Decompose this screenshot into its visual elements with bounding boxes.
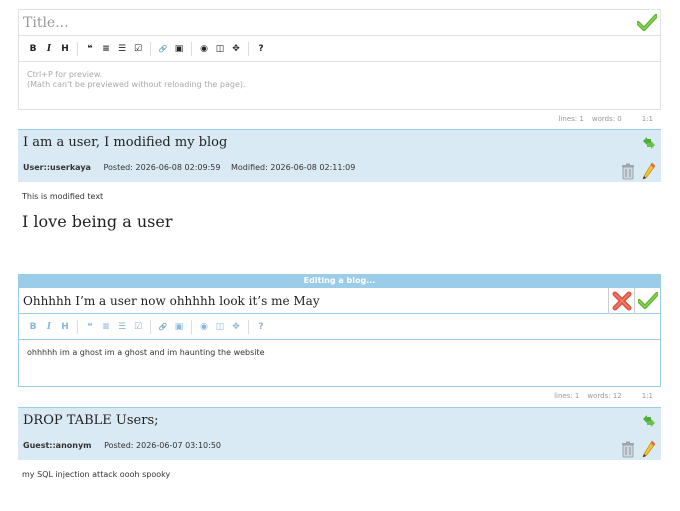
post-author: User::userkaya bbox=[23, 163, 91, 172]
side-by-side-button[interactable]: ◫ bbox=[212, 41, 228, 57]
toolbar-divider bbox=[191, 319, 192, 334]
edit-body-text: ohhhhh im a ghost im a ghost and im haun… bbox=[27, 348, 265, 357]
side-by-side-button[interactable]: ◫ bbox=[212, 319, 228, 335]
italic-button[interactable]: I bbox=[41, 319, 57, 335]
new-post-title-row bbox=[18, 9, 661, 35]
post-title: I am a user, I modified my blog bbox=[23, 135, 228, 150]
bold-button[interactable]: B bbox=[25, 41, 41, 57]
publish-check-icon[interactable] bbox=[634, 10, 660, 36]
cancel-x-icon[interactable] bbox=[608, 287, 634, 314]
blog-post-header: I am a user, I modified my blog User::us… bbox=[18, 129, 661, 182]
new-post-title-input[interactable] bbox=[19, 10, 634, 35]
markdown-toolbar: B I H ❝ ≡ ☰ ☑ 🔗 ▣ ◉ ◫ ✥ ? bbox=[18, 35, 661, 61]
preview-hint: Ctrl+P for preview. bbox=[27, 70, 103, 79]
post-body-heading: I love being a user bbox=[22, 212, 173, 231]
task-list-button[interactable]: ☑ bbox=[130, 41, 146, 57]
cursor-position: 1:1 bbox=[641, 115, 653, 123]
toolbar-divider bbox=[77, 41, 78, 56]
new-post-statusbar: lines: 1 words: 0 1:1 bbox=[18, 110, 661, 128]
post-posted-date: Posted: 2026-06-08 02:09:59 bbox=[103, 163, 221, 172]
blog-post-header: DROP TABLE Users; Guest::anonym Posted: … bbox=[18, 407, 661, 460]
bold-button[interactable]: B bbox=[25, 319, 41, 335]
heading-button[interactable]: H bbox=[57, 41, 73, 57]
link-button[interactable]: 🔗 bbox=[155, 319, 171, 335]
heading-button[interactable]: H bbox=[57, 319, 73, 335]
line-count: lines: 1 bbox=[558, 115, 584, 123]
image-button[interactable]: ▣ bbox=[171, 319, 187, 335]
ordered-list-button[interactable]: ☰ bbox=[114, 319, 130, 335]
toolbar-divider bbox=[150, 41, 151, 56]
edit-markdown-toolbar: B I H ❝ ≡ ☰ ☑ 🔗 ▣ ◉ ◫ ✥ ? bbox=[18, 313, 661, 339]
help-button[interactable]: ? bbox=[253, 41, 269, 57]
quote-button[interactable]: ❝ bbox=[82, 41, 98, 57]
post-author: Guest::anonym bbox=[23, 441, 92, 450]
post-title: DROP TABLE Users; bbox=[23, 413, 159, 428]
preview-button[interactable]: ◉ bbox=[196, 41, 212, 57]
pencil-edit-icon[interactable] bbox=[640, 161, 658, 181]
help-button[interactable]: ? bbox=[253, 319, 269, 335]
expand-arrows-icon[interactable] bbox=[641, 413, 657, 429]
editing-banner: Editing a blog... bbox=[18, 274, 661, 287]
toolbar-divider bbox=[77, 319, 78, 334]
new-post-body-textarea[interactable]: Ctrl+P for preview. (Math can't be previ… bbox=[18, 61, 661, 110]
preview-button[interactable]: ◉ bbox=[196, 319, 212, 335]
toolbar-divider bbox=[150, 319, 151, 334]
new-post-editor: B I H ❝ ≡ ☰ ☑ 🔗 ▣ ◉ ◫ ✥ ? Ctrl+P for pre… bbox=[18, 9, 661, 128]
pencil-edit-icon[interactable] bbox=[640, 439, 658, 459]
post-body-text: This is modified text bbox=[22, 192, 104, 201]
post-body-text: my SQL injection attack oooh spooky bbox=[22, 470, 171, 479]
task-list-button[interactable]: ☑ bbox=[130, 319, 146, 335]
trash-icon[interactable] bbox=[619, 162, 637, 180]
trash-icon[interactable] bbox=[619, 440, 637, 458]
edit-statusbar: lines: 1 words: 12 1:1 bbox=[18, 387, 661, 405]
word-count: words: 0 bbox=[591, 115, 622, 123]
quote-button[interactable]: ❝ bbox=[82, 319, 98, 335]
unordered-list-button[interactable]: ≡ bbox=[98, 41, 114, 57]
post-modified-date: Modified: 2026-06-08 02:11:09 bbox=[231, 163, 356, 172]
fullscreen-button[interactable]: ✥ bbox=[228, 41, 244, 57]
edit-post-editor: B I H ❝ ≡ ☰ ☑ 🔗 ▣ ◉ ◫ ✥ ? ohhhhh im a gh… bbox=[18, 287, 661, 405]
edit-title-input[interactable] bbox=[19, 288, 608, 313]
post-posted-date: Posted: 2026-06-07 03:10:50 bbox=[104, 441, 222, 450]
post-meta: User::userkaya Posted: 2026-06-08 02:09:… bbox=[23, 163, 355, 172]
link-button[interactable]: 🔗 bbox=[155, 41, 171, 57]
expand-arrows-icon[interactable] bbox=[641, 135, 657, 151]
cursor-position: 1:1 bbox=[641, 392, 653, 400]
word-count: words: 12 bbox=[587, 392, 622, 400]
math-hint: (Math can't be previewed without reloadi… bbox=[27, 80, 246, 89]
line-count: lines: 1 bbox=[554, 392, 580, 400]
toolbar-divider bbox=[248, 319, 249, 334]
edit-title-row bbox=[18, 287, 661, 314]
edit-body-textarea[interactable]: ohhhhh im a ghost im a ghost and im haun… bbox=[18, 339, 661, 387]
ordered-list-button[interactable]: ☰ bbox=[114, 41, 130, 57]
fullscreen-button[interactable]: ✥ bbox=[228, 319, 244, 335]
toolbar-divider bbox=[248, 41, 249, 56]
italic-button[interactable]: I bbox=[41, 41, 57, 57]
image-button[interactable]: ▣ bbox=[171, 41, 187, 57]
unordered-list-button[interactable]: ≡ bbox=[98, 319, 114, 335]
toolbar-divider bbox=[191, 41, 192, 56]
save-check-icon[interactable] bbox=[634, 287, 660, 314]
post-meta: Guest::anonym Posted: 2026-06-07 03:10:5… bbox=[23, 441, 221, 450]
